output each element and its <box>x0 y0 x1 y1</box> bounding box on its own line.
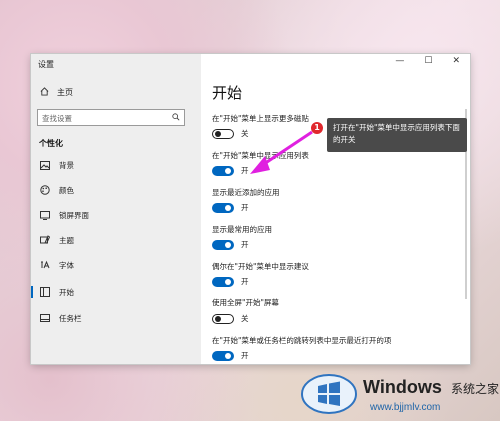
toggle-state: 关 <box>241 129 249 138</box>
start-icon <box>40 287 50 297</box>
close-button[interactable]: ✕ <box>452 56 460 66</box>
home-icon <box>40 87 49 98</box>
setting-toggle-most-used[interactable]: 开 <box>212 239 249 250</box>
sidebar-item-themes[interactable]: 主题 <box>31 228 201 252</box>
settings-window: 设置 主页 查找设置 个性化 背景 颜色 锁屏界面 主题 字体 开始 任务栏 —… <box>31 54 470 364</box>
image-icon <box>40 160 50 170</box>
step-badge: 1 <box>311 122 323 134</box>
windows-logo-icon <box>301 374 357 414</box>
toggle-switch[interactable] <box>212 313 234 324</box>
setting-toggle-app-list[interactable]: 开 <box>212 165 249 176</box>
sidebar-item-fonts[interactable]: 字体 <box>31 253 201 277</box>
toggle-state: 开 <box>241 277 249 286</box>
minimize-button[interactable]: — <box>395 56 404 66</box>
toggle-switch[interactable] <box>212 165 234 176</box>
watermark-brand: Windows <box>363 377 442 397</box>
sidebar-item-label: 锁屏界面 <box>59 210 89 220</box>
toggle-state: 开 <box>241 203 249 212</box>
search-icon[interactable] <box>172 113 180 121</box>
setting-label: 在"开始"菜单中显示应用列表 <box>212 151 309 160</box>
sidebar-item-label: 背景 <box>59 160 74 170</box>
toggle-state: 开 <box>241 166 249 175</box>
sidebar-item-label: 主题 <box>59 235 74 245</box>
sidebar-item-label: 颜色 <box>59 185 74 195</box>
setting-label: 偶尔在"开始"菜单中显示建议 <box>212 262 309 271</box>
setting-label: 显示最近添加的应用 <box>212 188 280 197</box>
sidebar-home-label: 主页 <box>57 88 73 97</box>
toggle-switch[interactable] <box>212 128 234 139</box>
sidebar-item-label: 字体 <box>59 260 74 270</box>
sidebar-item-colors[interactable]: 颜色 <box>31 178 201 202</box>
sidebar-item-label: 开始 <box>59 287 74 297</box>
search-placeholder: 查找设置 <box>42 114 72 123</box>
toggle-state: 开 <box>241 240 249 249</box>
sidebar-item-label: 任务栏 <box>59 313 82 323</box>
toggle-switch[interactable] <box>212 239 234 250</box>
section-heading: 个性化 <box>39 139 63 148</box>
watermark-suffix: 系统之家 <box>451 382 500 396</box>
taskbar-icon <box>40 313 50 323</box>
sidebar-item-start[interactable]: 开始 <box>31 280 201 304</box>
sidebar: 设置 主页 查找设置 个性化 背景 颜色 锁屏界面 主题 字体 开始 任务栏 <box>31 54 201 364</box>
search-input[interactable]: 查找设置 <box>37 109 185 126</box>
sidebar-item-lock-screen[interactable]: 锁屏界面 <box>31 203 201 227</box>
setting-label: 在"开始"菜单或任务栏的跳转列表中显示最近打开的项 <box>212 336 392 345</box>
maximize-button[interactable]: ☐ <box>424 56 432 66</box>
sidebar-item-taskbar[interactable]: 任务栏 <box>31 306 201 330</box>
main-content: — ☐ ✕ 开始 在"开始"菜单上显示更多磁贴 关 在"开始"菜单中显示应用列表… <box>201 54 470 364</box>
font-icon <box>40 260 50 270</box>
palette-icon <box>40 185 50 195</box>
theme-icon <box>40 235 50 245</box>
setting-toggle-suggestions[interactable]: 开 <box>212 276 249 287</box>
toggle-state: 关 <box>241 314 249 323</box>
setting-toggle-more-tiles[interactable]: 关 <box>212 128 249 139</box>
setting-label: 显示最常用的应用 <box>212 225 272 234</box>
lock-screen-icon <box>40 210 50 220</box>
sidebar-item-background[interactable]: 背景 <box>31 153 201 177</box>
setting-label: 使用全屏"开始"屏幕 <box>212 298 279 307</box>
setting-toggle-jump-list[interactable]: 开 <box>212 350 249 361</box>
toggle-state: 开 <box>241 351 249 360</box>
window-controls: — ☐ ✕ <box>395 56 460 66</box>
setting-toggle-fullscreen[interactable]: 关 <box>212 313 249 324</box>
setting-toggle-recent-apps[interactable]: 开 <box>212 202 249 213</box>
page-title: 开始 <box>212 84 243 102</box>
toggle-switch[interactable] <box>212 350 234 361</box>
toggle-switch[interactable] <box>212 276 234 287</box>
setting-label: 在"开始"菜单上显示更多磁贴 <box>212 114 309 123</box>
annotation-callout: 打开在"开始"菜单中显示应用列表下面的开关 <box>327 118 467 152</box>
window-title: 设置 <box>38 60 54 69</box>
sidebar-home[interactable]: 主页 <box>40 87 73 98</box>
watermark-url: www.bjjmlv.com <box>370 402 441 413</box>
toggle-switch[interactable] <box>212 202 234 213</box>
